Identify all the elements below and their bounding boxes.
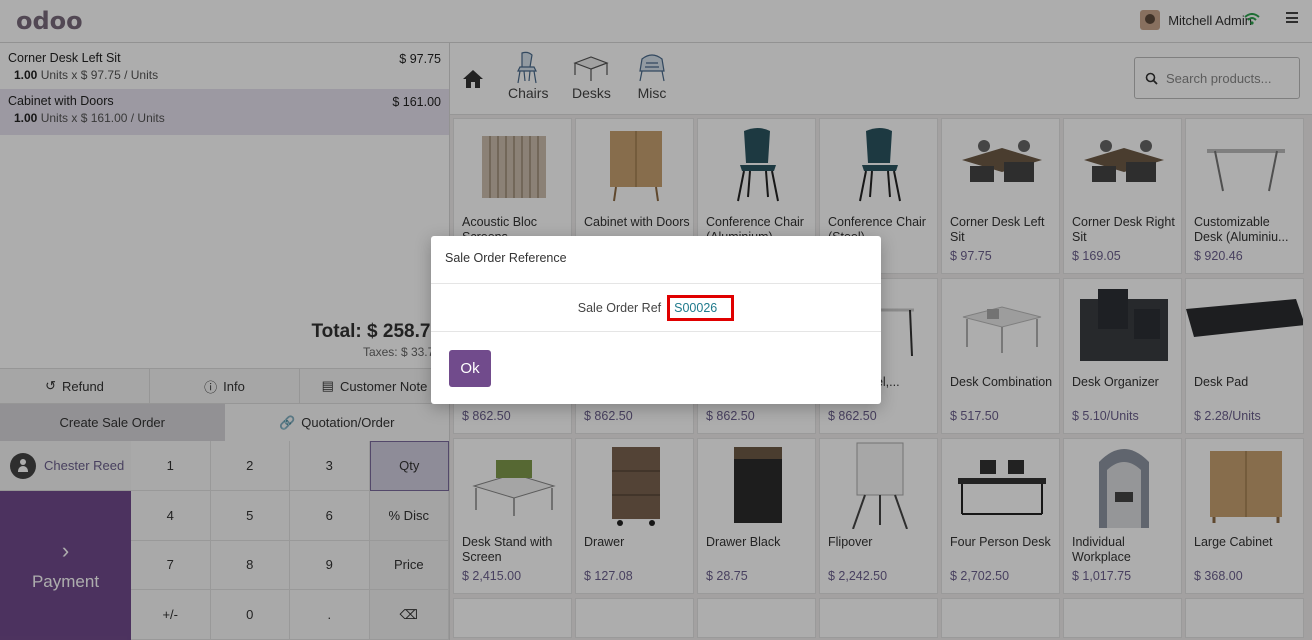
sale-order-ref-label: Sale Order Ref (577, 300, 662, 315)
sale-order-ref-link[interactable]: S00026 (667, 294, 735, 321)
ok-button[interactable]: Ok (449, 350, 491, 387)
dialog-title: Sale Order Reference (431, 236, 881, 284)
sale-order-reference-dialog: Sale Order Reference Sale Order Ref S000… (431, 236, 881, 404)
dialog-body: Sale Order Ref S00026 (431, 284, 881, 332)
